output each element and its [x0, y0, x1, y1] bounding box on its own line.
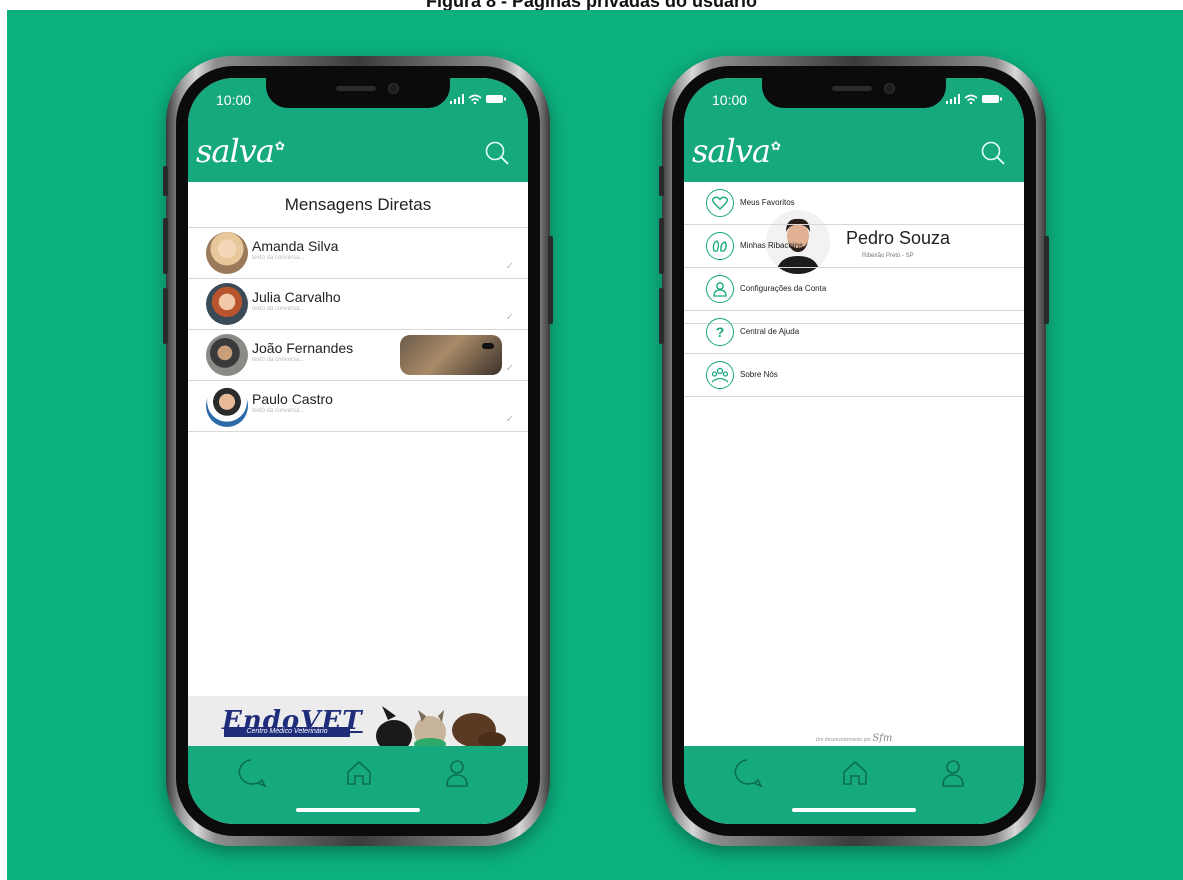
chat-icon[interactable] [730, 756, 764, 790]
home-indicator [296, 808, 420, 812]
menu-item-ribacoins[interactable]: Minhas Ribacoins [684, 225, 1024, 268]
menu-item-account-settings[interactable]: Configurações da Conta [684, 268, 1024, 311]
avatar [206, 232, 248, 274]
signal-icon [946, 94, 960, 104]
status-time: 10:00 [712, 92, 748, 108]
mute-switch [659, 166, 664, 196]
home-icon[interactable] [342, 756, 376, 790]
home-indicator [792, 808, 916, 812]
message-preview: texto da conversa... [252, 357, 305, 363]
message-preview: texto da conversa... [252, 408, 305, 414]
read-check-icon: ✓ [505, 261, 514, 272]
conversation-item[interactable]: Julia Carvalho texto da conversa... ✓ [188, 279, 528, 330]
status-time: 10:00 [216, 92, 252, 108]
message-preview: texto da conversa... [252, 255, 305, 261]
status-icons [946, 94, 1002, 104]
help-icon: ? [706, 318, 734, 346]
conversation-item[interactable]: João Fernandes texto da conversa... ✓ [188, 330, 528, 381]
menu-label: Minhas Ribacoins [740, 241, 804, 250]
wifi-icon [964, 94, 978, 104]
phone-left: 10:00 salva✿ Mensagens Diretas Amanda Si… [163, 56, 553, 846]
contact-name: Paulo Castro [252, 391, 333, 407]
app-header: salva✿ [188, 126, 528, 182]
app-logo[interactable]: salva✿ [196, 132, 285, 170]
read-check-icon: ✓ [505, 312, 514, 323]
wifi-icon [468, 94, 482, 104]
mute-switch [163, 166, 168, 196]
conversation-item[interactable]: Paulo Castro texto da conversa... ✓ [188, 381, 528, 432]
battery-icon [982, 95, 1002, 103]
menu-label: Sobre Nós [740, 370, 778, 379]
page-title: Mensagens Diretas [188, 182, 528, 228]
user-icon[interactable] [936, 756, 970, 790]
power-button [548, 236, 553, 324]
read-check-icon: ✓ [505, 414, 514, 425]
menu-item-favorites[interactable]: Meus Favoritos [684, 182, 1024, 225]
notch [762, 78, 946, 108]
message-preview: texto da conversa... [252, 306, 305, 312]
app-header: salva✿ [684, 126, 1024, 182]
heart-icon [706, 189, 734, 217]
contact-name: João Fernandes [252, 340, 354, 356]
developer-credit: Um desenvolvimento por Sfm [815, 733, 893, 744]
chat-icon[interactable] [234, 756, 268, 790]
ribacoin-icon [706, 232, 734, 260]
notch [266, 78, 450, 108]
menu-item-about-us[interactable]: Sobre Nós [684, 354, 1024, 397]
contact-name: Julia Carvalho [252, 289, 341, 305]
menu-label: Central de Ajuda [740, 327, 800, 336]
dogs-image [376, 706, 506, 746]
media-attachment[interactable] [400, 335, 502, 375]
figure-background: 10:00 salva✿ Mensagens Diretas Amanda Si… [7, 10, 1183, 880]
app-logo[interactable]: salva✿ [692, 132, 781, 170]
avatar [206, 334, 248, 376]
menu-item-help-center[interactable]: ? Central de Ajuda [684, 311, 1024, 354]
messages-screen: 10:00 salva✿ Mensagens Diretas Amanda Si… [188, 78, 528, 824]
user-icon[interactable] [440, 756, 474, 790]
read-check-icon: ✓ [505, 363, 514, 374]
volume-down-button [163, 288, 168, 344]
status-icons [450, 94, 506, 104]
search-icon[interactable] [484, 140, 510, 166]
messages-content: Mensagens Diretas Amanda Silva texto da … [188, 182, 528, 746]
bottom-tab-bar [684, 746, 1024, 824]
menu-label: Configurações da Conta [740, 284, 827, 293]
menu-label: Meus Favoritos [740, 198, 795, 207]
user-icon [706, 275, 734, 303]
avatar [206, 385, 248, 427]
volume-up-button [659, 218, 664, 274]
power-button [1044, 236, 1049, 324]
ad-banner[interactable]: EndoVET Centro Médico Veterinário [188, 696, 528, 746]
battery-icon [486, 95, 506, 103]
profile-screen: 10:00 salva✿ Pedro Souza Ribeirão Preto … [684, 78, 1024, 824]
profile-content: Pedro Souza Ribeirão Preto - SP Meus Fav… [684, 182, 1024, 746]
search-icon[interactable] [980, 140, 1006, 166]
volume-down-button [659, 288, 664, 344]
conversation-item[interactable]: Amanda Silva texto da conversa... ✓ [188, 228, 528, 279]
phone-right: 10:00 salva✿ Pedro Souza Ribeirão Preto … [659, 56, 1049, 846]
ad-tagline: Centro Médico Veterinário [224, 727, 350, 737]
team-icon [706, 361, 734, 389]
volume-up-button [163, 218, 168, 274]
signal-icon [450, 94, 464, 104]
bottom-tab-bar [188, 746, 528, 824]
home-icon[interactable] [838, 756, 872, 790]
avatar [206, 283, 248, 325]
contact-name: Amanda Silva [252, 238, 339, 254]
